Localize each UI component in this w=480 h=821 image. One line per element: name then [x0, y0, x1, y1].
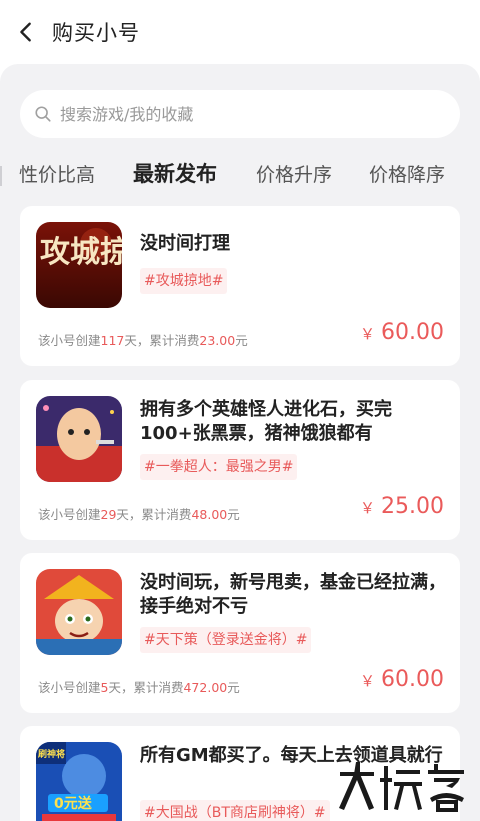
- svg-text:0元送: 0元送: [54, 795, 93, 812]
- listing-price: ￥ 60.00: [360, 667, 444, 692]
- game-tag[interactable]: #攻城掠地#: [140, 268, 228, 294]
- watermark-logo: [334, 758, 474, 818]
- search-icon: [34, 105, 52, 123]
- listing-meta: 该小号创建5天，累计消费472.00元: [38, 680, 240, 695]
- game-icon: [36, 569, 122, 655]
- listing-price: ￥ 60.00: [360, 320, 444, 345]
- svg-text:刷神将: 刷神将: [38, 748, 65, 760]
- svg-text:攻城掠地: 攻城掠地: [40, 235, 122, 270]
- chevron-left-icon: [20, 22, 31, 42]
- game-icon: 刷神将 0元送: [36, 742, 122, 821]
- listing-card[interactable]: 没时间玩，新号甩卖，基金已经拉满，接手绝对不亏 #天下策（登录送金将）# 该小号…: [20, 553, 460, 713]
- game-icon: [36, 396, 122, 482]
- listing-meta: 该小号创建29天，累计消费48.00元: [38, 507, 240, 522]
- game-tag[interactable]: #大国战（BT商店刷神将）#: [140, 800, 330, 821]
- listing-card[interactable]: 攻城掠地 没时间打理 #攻城掠地# 该小号创建117天，累计消费23.00元 ￥…: [20, 206, 460, 366]
- search-input[interactable]: [60, 104, 430, 124]
- tab-newest[interactable]: 最新发布: [133, 158, 217, 188]
- listing-title: 没时间打理: [140, 233, 230, 254]
- sort-tabs: 性价比高 最新发布 价格升序 价格降序: [0, 152, 480, 196]
- tab-divider: [0, 166, 2, 186]
- game-icon: 攻城掠地: [36, 222, 122, 308]
- tab-value-for-money[interactable]: 性价比高: [19, 160, 95, 187]
- listing-title: 拥有多个英雄怪人进化石，买完100+张黑票，猪神饿狼都有: [140, 399, 392, 444]
- listing-title: 没时间玩，新号甩卖，基金已经拉满，接手绝对不亏: [140, 572, 446, 617]
- game-tag[interactable]: #一拳超人：最强之男#: [140, 454, 298, 480]
- listing-card[interactable]: 拥有多个英雄怪人进化石，买完100+张黑票，猪神饿狼都有 #一拳超人：最强之男#…: [20, 380, 460, 540]
- listing-meta: 该小号创建117天，累计消费23.00元: [38, 333, 248, 348]
- back-button[interactable]: [0, 0, 52, 64]
- tab-price-asc[interactable]: 价格升序: [256, 160, 332, 187]
- listing-price: ￥ 25.00: [360, 494, 444, 519]
- top-bar: 购买小号: [0, 0, 480, 64]
- page-title: 购买小号: [52, 21, 140, 45]
- tab-price-desc[interactable]: 价格降序: [369, 160, 445, 187]
- game-tag[interactable]: #天下策（登录送金将）#: [140, 627, 312, 653]
- search-bar[interactable]: [20, 90, 460, 138]
